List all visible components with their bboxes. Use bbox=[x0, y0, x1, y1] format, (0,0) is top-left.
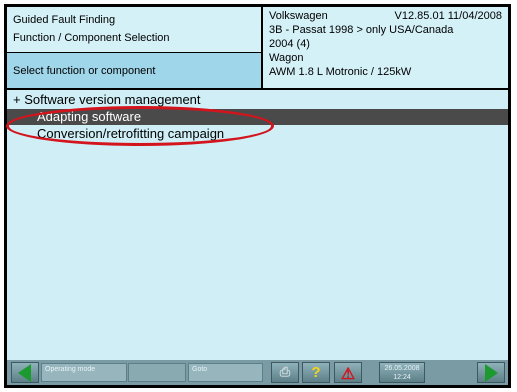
blank-field bbox=[128, 363, 186, 382]
header-title: Guided Fault Finding bbox=[13, 14, 116, 26]
time-text: 12:24 bbox=[393, 374, 411, 381]
diagnostic-screen: Guided Fault Finding Function / Componen… bbox=[7, 7, 508, 385]
print-icon: ⎙ bbox=[279, 364, 291, 379]
vehicle-make: Volkswagen bbox=[269, 10, 328, 22]
vehicle-model: 3B - Passat 1998 > only USA/Canada bbox=[269, 24, 454, 36]
operating-mode-field[interactable]: Operating mode bbox=[41, 363, 127, 382]
tree-item-conversion-retrofitting[interactable]: Conversion/retrofitting campaign bbox=[7, 126, 508, 142]
function-tree: + Software version management Adapting s… bbox=[7, 90, 508, 360]
help-icon: ? bbox=[311, 364, 321, 381]
tree-item-adapting-software[interactable]: Adapting software bbox=[7, 109, 508, 125]
bottom-toolbar: Operating mode Goto ⎙ ? ⚠ 26.05.2008 12:… bbox=[7, 360, 508, 385]
forward-arrow-icon bbox=[485, 364, 498, 382]
warning-icon: ⚠ bbox=[340, 366, 356, 383]
header-prompt-panel: Select function or component bbox=[7, 53, 263, 90]
software-version: V12.85.01 11/04/2008 bbox=[394, 10, 502, 22]
vehicle-engine: AWM 1.8 L Motronic / 125kW bbox=[269, 66, 412, 78]
forward-button[interactable] bbox=[477, 362, 505, 383]
tree-item-label: + Software version management bbox=[13, 92, 201, 107]
back-arrow-icon bbox=[18, 364, 31, 382]
date-text: 26.05.2008 bbox=[384, 365, 420, 372]
back-button[interactable] bbox=[11, 362, 39, 383]
help-button[interactable]: ? bbox=[302, 362, 330, 383]
tree-item-software-version-management[interactable]: + Software version management bbox=[7, 92, 508, 108]
window-frame: Guided Fault Finding Function / Componen… bbox=[4, 4, 511, 388]
tree-item-label: Adapting software bbox=[37, 109, 142, 124]
vehicle-year: 2004 (4) bbox=[269, 38, 310, 50]
goto-field[interactable]: Goto bbox=[188, 363, 263, 382]
tree-item-label: Conversion/retrofitting campaign bbox=[37, 126, 225, 141]
print-button[interactable]: ⎙ bbox=[271, 362, 299, 383]
header-title-panel: Guided Fault Finding Function / Componen… bbox=[7, 7, 263, 53]
vehicle-info-panel: Volkswagen V12.85.01 11/04/2008 3B - Pas… bbox=[263, 7, 508, 90]
date-time-display: 26.05.2008 12:24 bbox=[379, 362, 425, 383]
header-prompt: Select function or component bbox=[13, 65, 156, 77]
header-subtitle: Function / Component Selection bbox=[13, 32, 170, 44]
vehicle-body: Wagon bbox=[269, 52, 304, 64]
warning-button[interactable]: ⚠ bbox=[334, 362, 362, 383]
